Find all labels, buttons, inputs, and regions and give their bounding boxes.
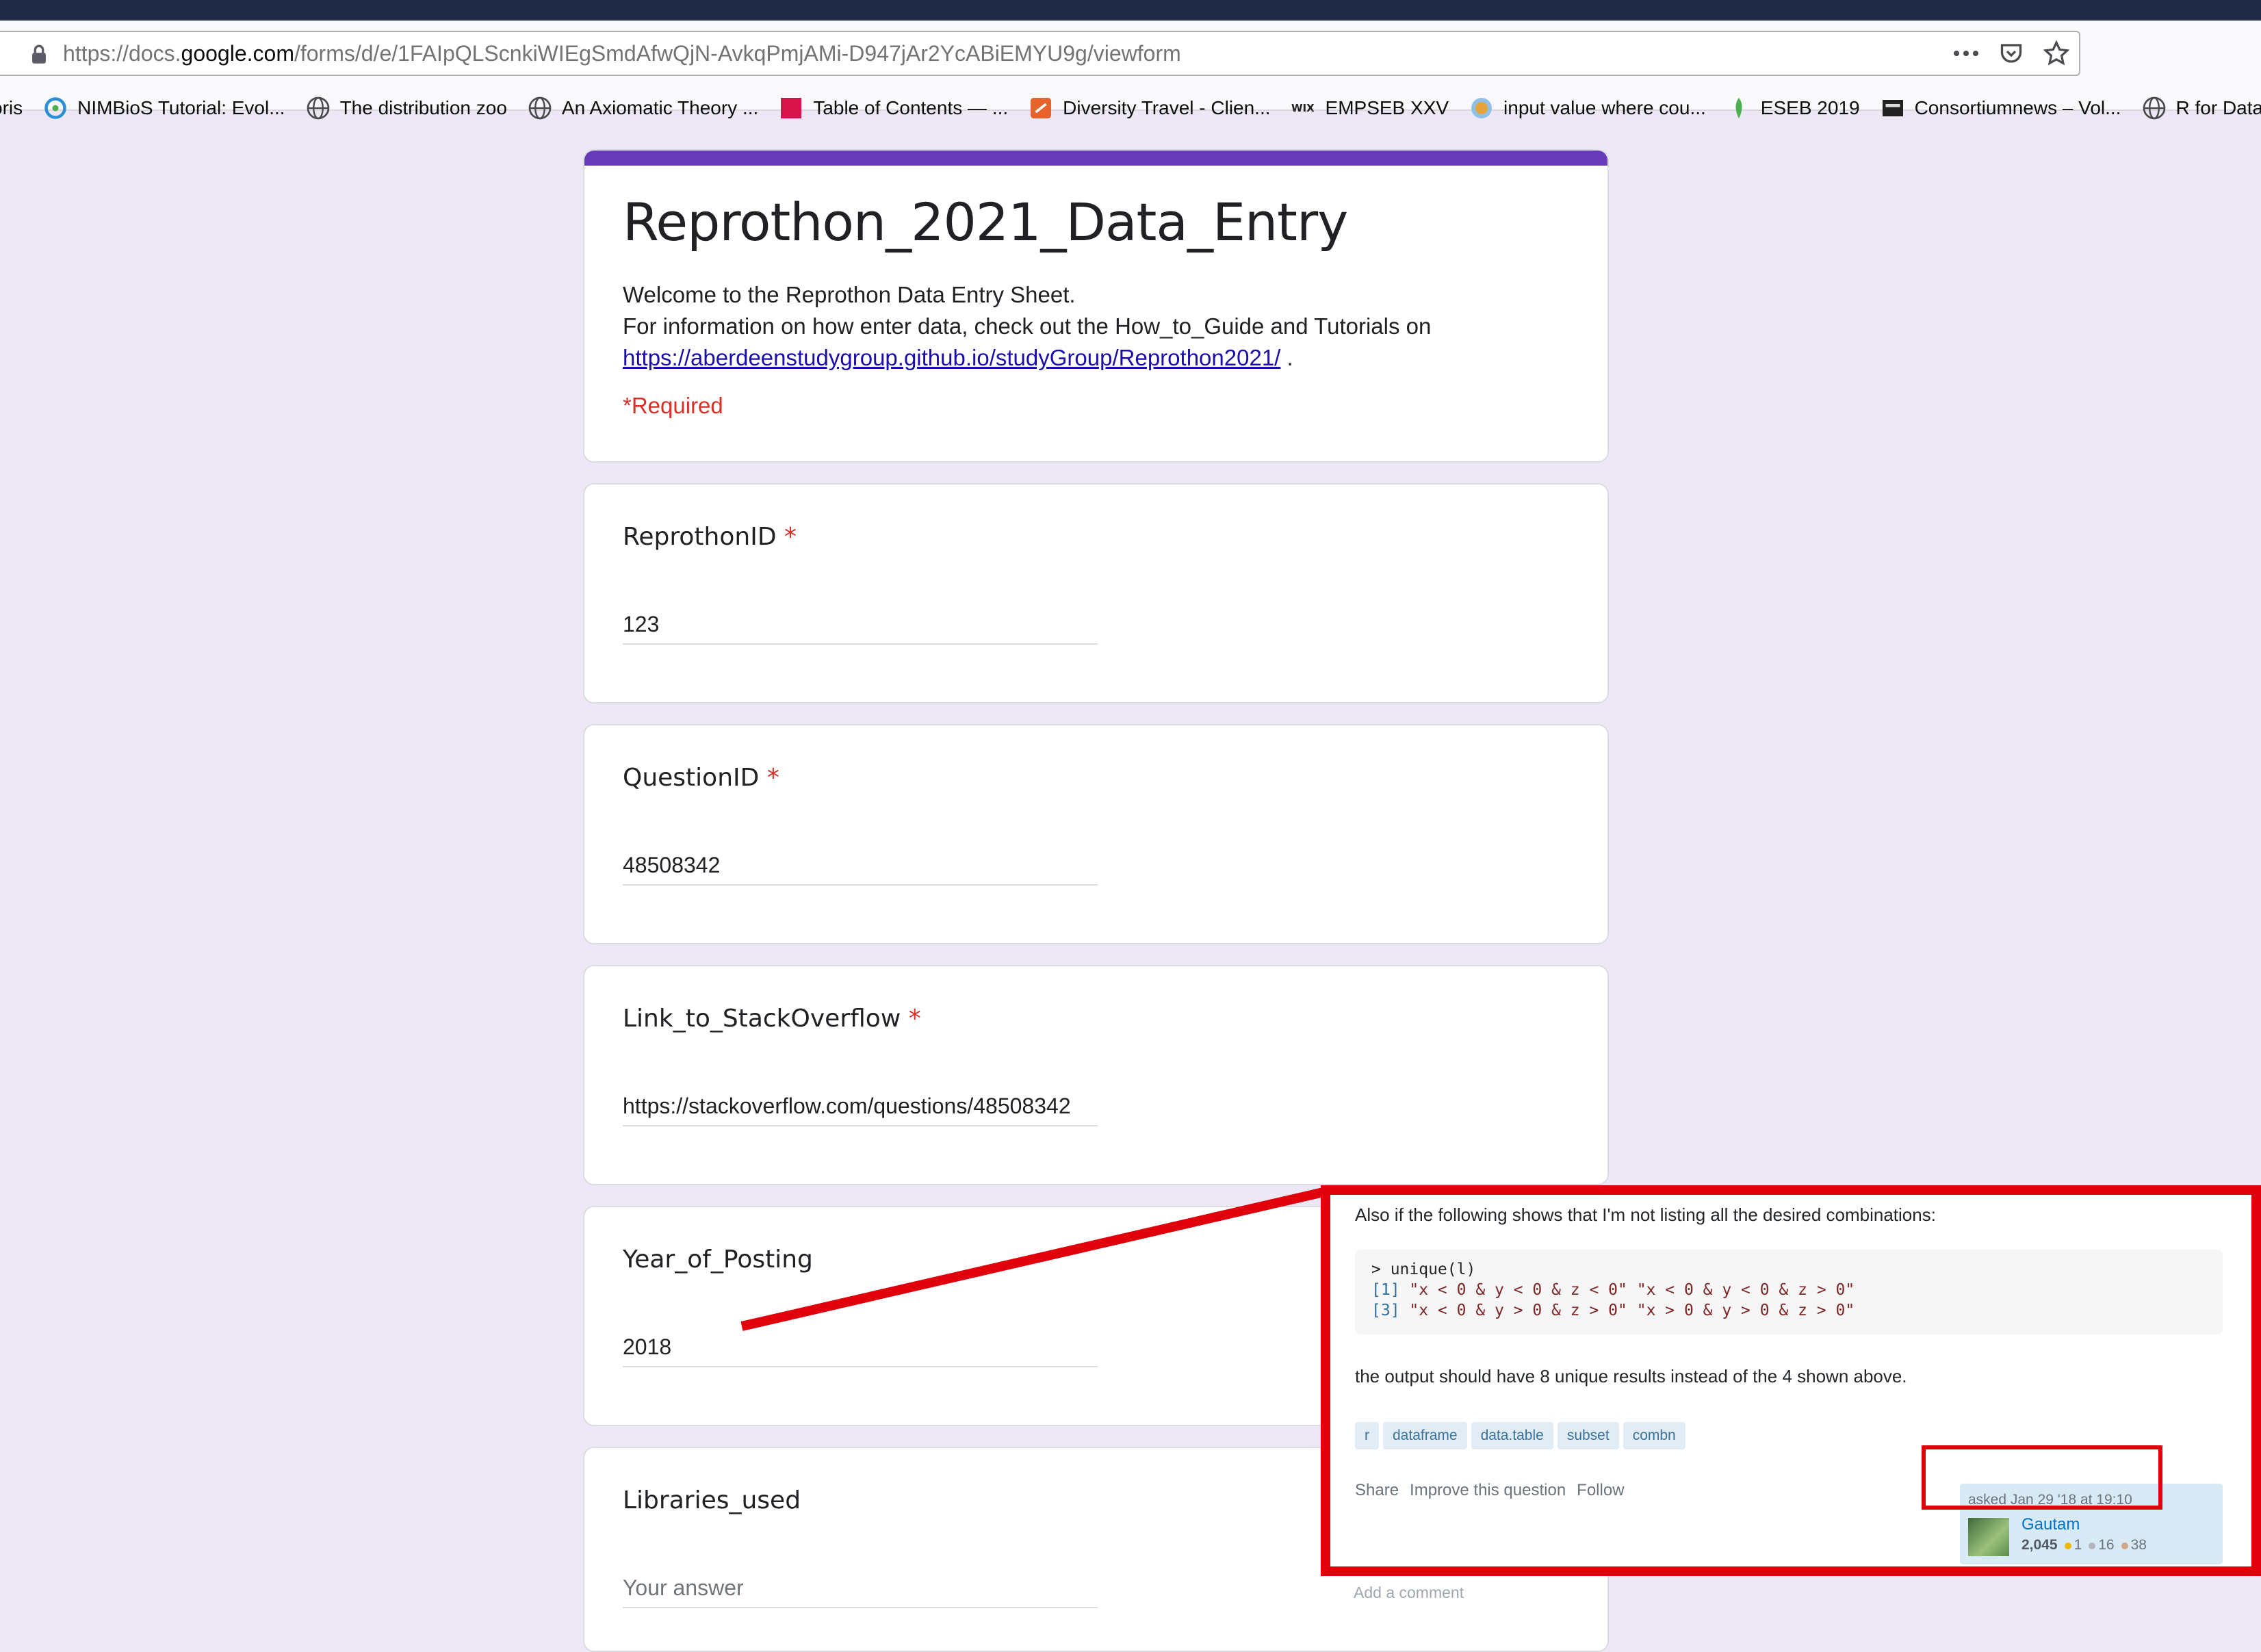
question-summary-text: the output should have 8 unique results …	[1355, 1366, 1907, 1387]
silver-badges: 16	[2089, 1537, 2114, 1553]
bronze-badge-icon	[2121, 1543, 2128, 1549]
tag-list: r dataframe data.table subset combn	[1355, 1422, 1685, 1449]
gold-badge-icon	[2065, 1543, 2071, 1549]
bronze-badges: 38	[2121, 1537, 2147, 1553]
tag-r[interactable]: r	[1355, 1422, 1379, 1449]
code-index: [3]	[1371, 1302, 1400, 1319]
share-link[interactable]: Share	[1355, 1481, 1399, 1500]
add-comment-link[interactable]: Add a comment	[1354, 1584, 1464, 1602]
tag-data-table[interactable]: data.table	[1471, 1422, 1553, 1449]
code-line: > unique(l)	[1371, 1261, 1475, 1278]
follow-link[interactable]: Follow	[1577, 1481, 1624, 1500]
stackoverflow-excerpt: Also if the following shows that I'm not…	[1321, 1185, 2261, 1576]
silver-badge-count: 16	[2098, 1537, 2114, 1553]
question-actions: Share Improve this question Follow	[1355, 1481, 1625, 1500]
tag-combn[interactable]: combn	[1623, 1422, 1685, 1449]
code-strings: "x < 0 & y < 0 & z < 0" "x < 0 & y < 0 &…	[1400, 1281, 1855, 1299]
reputation-score: 2,045	[2021, 1537, 2058, 1553]
gold-badge-count: 1	[2074, 1537, 2082, 1553]
tag-subset[interactable]: subset	[1558, 1422, 1619, 1449]
gold-badges: 1	[2065, 1537, 2082, 1553]
user-name-link[interactable]: Gautam	[2021, 1515, 2080, 1534]
improve-question-link[interactable]: Improve this question	[1410, 1481, 1566, 1500]
code-strings: "x < 0 & y > 0 & z > 0" "x > 0 & y > 0 &…	[1400, 1302, 1855, 1319]
tag-dataframe[interactable]: dataframe	[1383, 1422, 1467, 1449]
annotation-line	[742, 1192, 1323, 1326]
question-intro-text: Also if the following shows that I'm not…	[1355, 1204, 1936, 1226]
code-index: [1]	[1371, 1281, 1400, 1299]
code-block: > unique(l) [1] "x < 0 & y < 0 & z < 0" …	[1355, 1250, 2223, 1334]
silver-badge-icon	[2089, 1543, 2095, 1549]
date-highlight-box	[1922, 1445, 2162, 1510]
user-reputation: 2,045 1 16 38	[2021, 1537, 2147, 1553]
avatar[interactable]	[1968, 1518, 2009, 1556]
bronze-badge-count: 38	[2131, 1537, 2147, 1553]
